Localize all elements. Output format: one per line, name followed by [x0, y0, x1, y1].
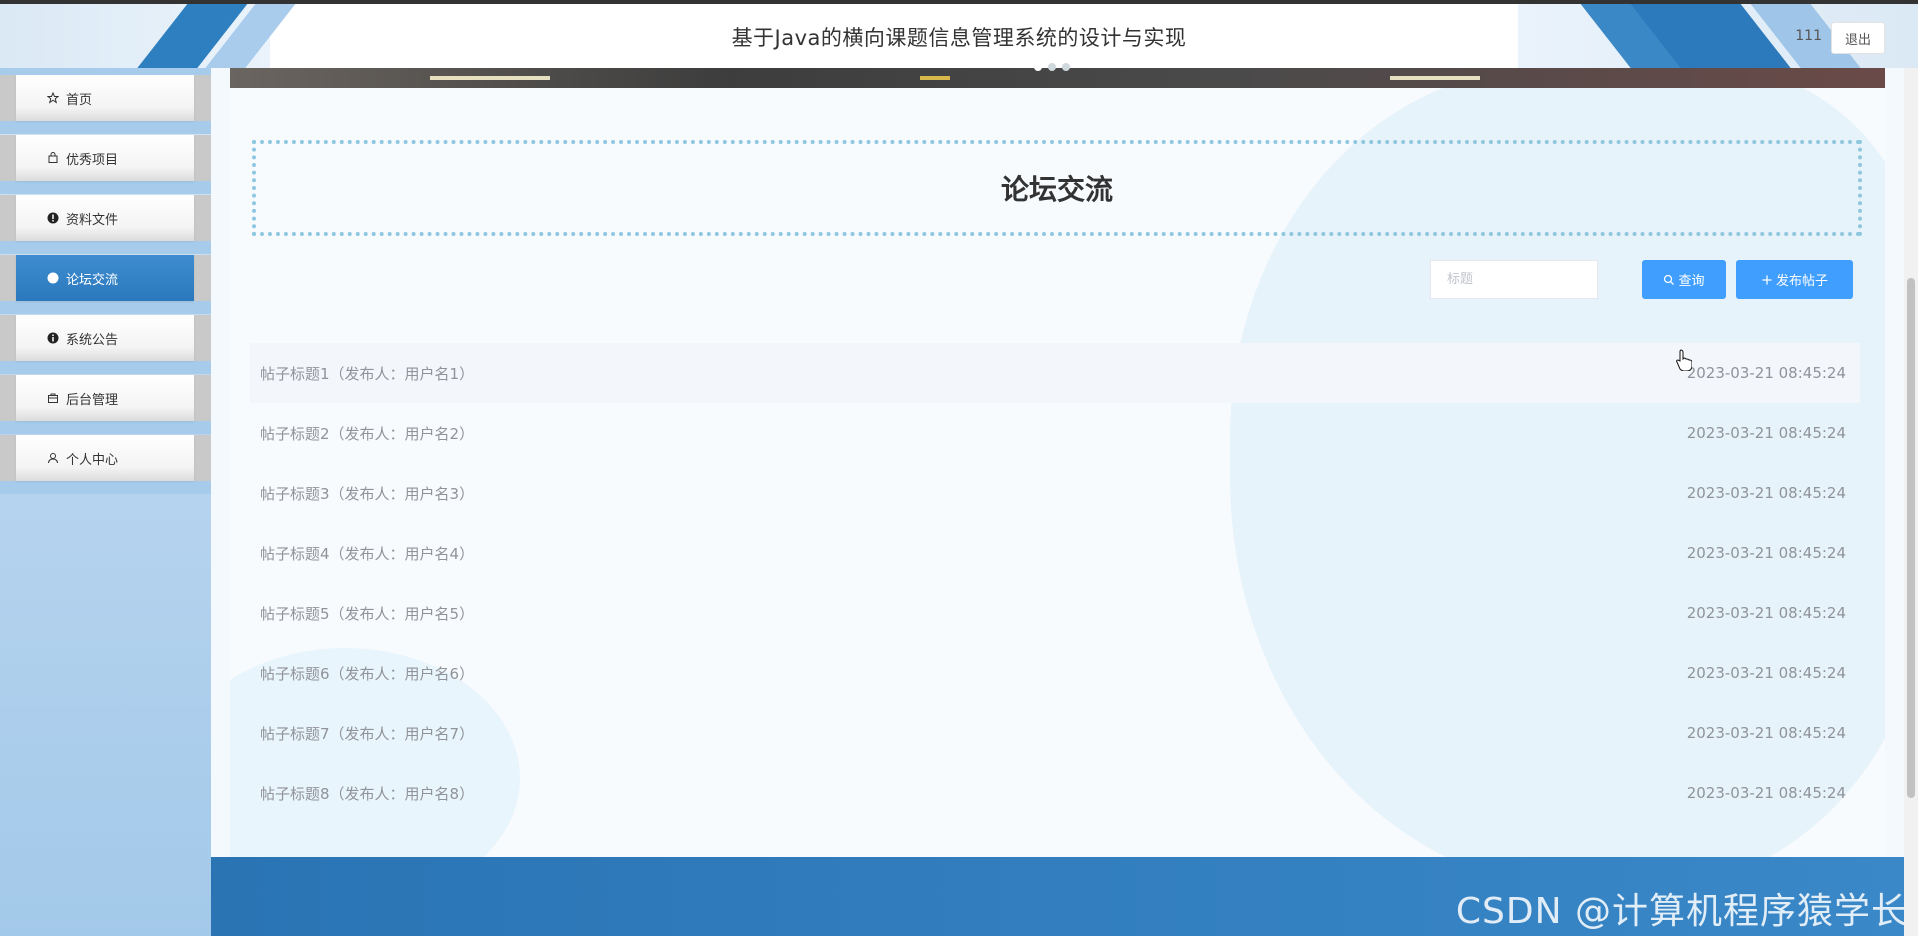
- plus-icon: [1761, 274, 1773, 286]
- sidebar-band: [0, 180, 211, 194]
- sidebar-edge: [194, 435, 211, 481]
- post-time: 2023-03-21 08:45:24: [1686, 784, 1846, 802]
- sidebar-edge: [194, 195, 211, 241]
- sidebar-band: [0, 300, 211, 314]
- road-marking: [430, 76, 550, 80]
- post-title: 帖子标题1（发布人：用户名1）: [260, 364, 475, 383]
- post-row[interactable]: 帖子标题3（发布人：用户名3） 2023-03-21 08:45:24: [250, 463, 1860, 523]
- sidebar-item-label: 论坛交流: [66, 272, 119, 288]
- hand-cursor-icon: [1676, 349, 1693, 375]
- header: 基于Java的横向课题信息管理系统的设计与实现 111 退出: [0, 4, 1918, 68]
- logout-button[interactable]: 退出: [1831, 22, 1885, 54]
- post-time: 2023-03-21 08:45:24: [1686, 664, 1846, 682]
- search-button[interactable]: 查询: [1642, 260, 1726, 299]
- post-row[interactable]: 帖子标题5（发布人：用户名5） 2023-03-21 08:45:24: [250, 583, 1860, 643]
- sidebar-item-label: 优秀项目: [66, 152, 119, 168]
- info-circle-icon: [46, 211, 60, 225]
- sidebar-band: [0, 120, 211, 134]
- sidebar-item-forum[interactable]: 论坛交流: [16, 255, 194, 301]
- title-search-input[interactable]: [1430, 260, 1598, 299]
- sidebar-band: [0, 240, 211, 254]
- post-title: 帖子标题7（发布人：用户名7）: [260, 724, 475, 743]
- scrollbar-thumb[interactable]: [1907, 278, 1915, 798]
- sidebar-item-label: 首页: [66, 92, 93, 108]
- sidebar-edge: [0, 255, 16, 301]
- star-icon: [46, 91, 60, 105]
- info-icon: [46, 331, 60, 345]
- banner-image: [230, 68, 1885, 88]
- sidebar-item-admin[interactable]: 后台管理: [16, 375, 194, 421]
- post-row[interactable]: 帖子标题4（发布人：用户名4） 2023-03-21 08:45:24: [250, 523, 1860, 583]
- sidebar-item-label: 资料文件: [66, 212, 119, 228]
- carousel-dot[interactable]: [1048, 63, 1056, 71]
- new-post-button-label: 发布帖子: [1775, 274, 1828, 289]
- sidebar-edge: [0, 375, 16, 421]
- sidebar-item-home[interactable]: 首页: [16, 75, 194, 121]
- road-marking: [1390, 76, 1480, 80]
- post-row[interactable]: 帖子标题7（发布人：用户名7） 2023-03-21 08:45:24: [250, 703, 1860, 763]
- circle-icon: [46, 271, 60, 285]
- post-row[interactable]: 帖子标题6（发布人：用户名6） 2023-03-21 08:45:24: [250, 643, 1860, 703]
- post-title: 帖子标题4（发布人：用户名4）: [260, 544, 475, 563]
- sidebar: 首页 优秀项目 资料文件 论坛交流 系统公告 后台管理 个人中心: [0, 68, 211, 936]
- sidebar-item-announcements[interactable]: 系统公告: [16, 315, 194, 361]
- sidebar-edge: [0, 135, 16, 181]
- post-time: 2023-03-21 08:45:24: [1686, 484, 1846, 502]
- scrollbar[interactable]: [1904, 68, 1918, 936]
- sidebar-item-profile[interactable]: 个人中心: [16, 435, 194, 481]
- post-row[interactable]: 帖子标题8（发布人：用户名8） 2023-03-21 08:45:24: [250, 763, 1860, 823]
- sidebar-edge: [0, 75, 16, 121]
- user-icon: [46, 451, 60, 465]
- post-title: 帖子标题3（发布人：用户名3）: [260, 484, 475, 503]
- site-title: 基于Java的横向课题信息管理系统的设计与实现: [731, 26, 1187, 50]
- post-time: 2023-03-21 08:45:24: [1686, 424, 1846, 442]
- post-title: 帖子标题8（发布人：用户名8）: [260, 784, 475, 803]
- page-heading-box: 论坛交流: [252, 140, 1862, 236]
- road-marking: [920, 76, 950, 80]
- post-title: 帖子标题5（发布人：用户名5）: [260, 604, 475, 623]
- sidebar-item-projects[interactable]: 优秀项目: [16, 135, 194, 181]
- post-row[interactable]: 帖子标题2（发布人：用户名2） 2023-03-21 08:45:24: [250, 403, 1860, 463]
- carousel-indicators: [1034, 63, 1070, 71]
- page-title: 论坛交流: [1000, 173, 1113, 206]
- box-icon: [46, 391, 60, 405]
- post-time: 2023-03-21 08:45:24: [1686, 364, 1846, 382]
- bag-icon: [46, 151, 60, 165]
- post-time: 2023-03-21 08:45:24: [1686, 724, 1846, 742]
- search-button-label: 查询: [1678, 274, 1705, 289]
- sidebar-edge: [194, 75, 211, 121]
- post-list: 帖子标题1（发布人：用户名1） 2023-03-21 08:45:24 帖子标题…: [250, 343, 1860, 823]
- sidebar-edge: [0, 195, 16, 241]
- post-time: 2023-03-21 08:45:24: [1686, 604, 1846, 622]
- sidebar-item-label: 系统公告: [66, 332, 119, 348]
- sidebar-band: [0, 360, 211, 374]
- sidebar-band: [0, 420, 211, 434]
- watermark: CSDN @计算机程序猿学长: [1455, 891, 1908, 932]
- post-title: 帖子标题2（发布人：用户名2）: [260, 424, 475, 443]
- sidebar-band: [0, 480, 211, 494]
- sidebar-edge: [194, 135, 211, 181]
- sidebar-item-label: 个人中心: [66, 452, 119, 468]
- new-post-button[interactable]: 发布帖子: [1736, 260, 1853, 299]
- carousel-dot[interactable]: [1062, 63, 1070, 71]
- sidebar-edge: [194, 255, 211, 301]
- sidebar-edge: [0, 315, 16, 361]
- sidebar-edge: [194, 315, 211, 361]
- username: 111: [1795, 28, 1822, 44]
- sidebar-item-label: 后台管理: [66, 392, 119, 408]
- search-icon: [1663, 274, 1675, 286]
- sidebar-item-files[interactable]: 资料文件: [16, 195, 194, 241]
- sidebar-edge: [194, 375, 211, 421]
- post-time: 2023-03-21 08:45:24: [1686, 544, 1846, 562]
- post-title: 帖子标题6（发布人：用户名6）: [260, 664, 475, 683]
- carousel-dot[interactable]: [1034, 63, 1042, 71]
- sidebar-edge: [0, 435, 16, 481]
- post-row[interactable]: 帖子标题1（发布人：用户名1） 2023-03-21 08:45:24: [250, 343, 1860, 403]
